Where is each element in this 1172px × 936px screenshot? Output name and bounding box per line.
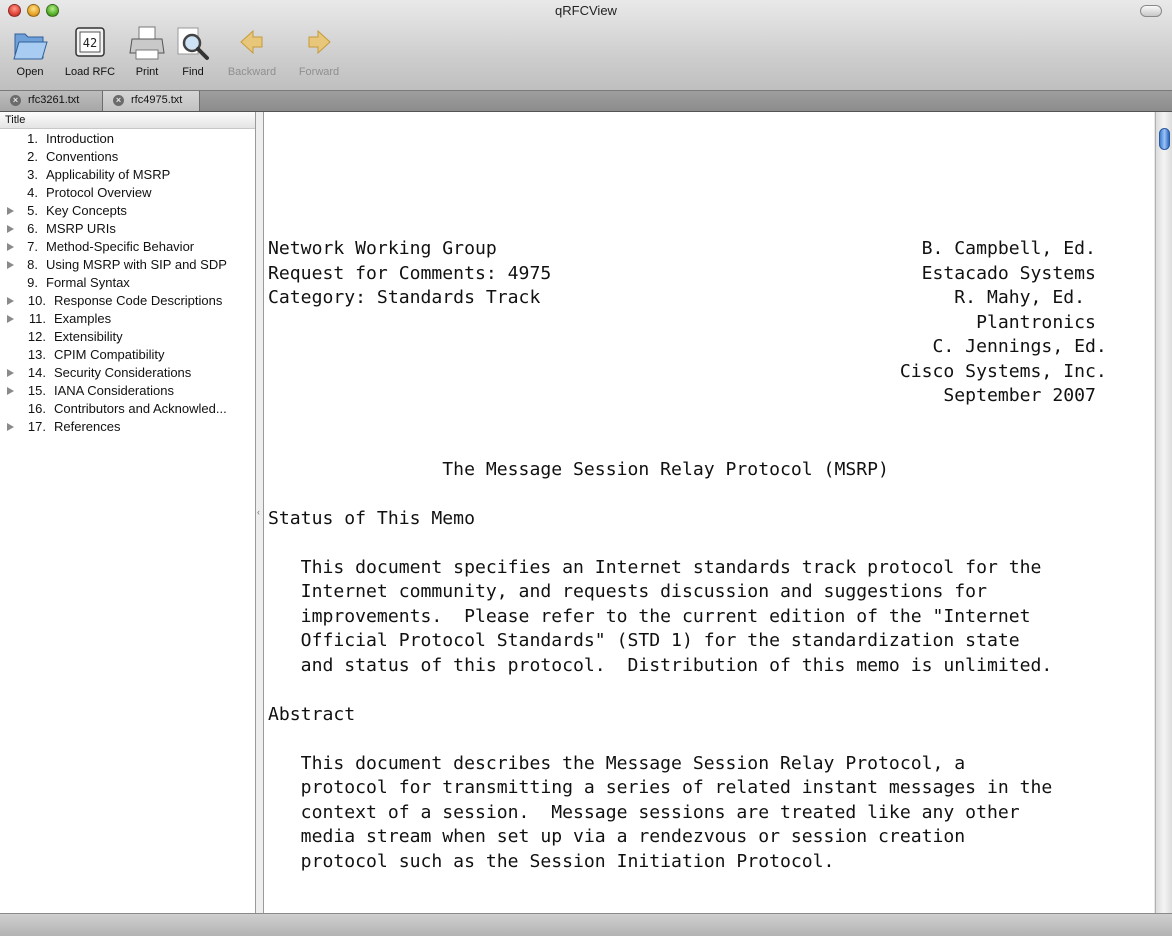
rfc-number-icon-text: 42 bbox=[83, 36, 97, 50]
toc-item-label: Formal Syntax bbox=[46, 275, 130, 290]
pane-splitter[interactable]: ‹ bbox=[256, 112, 264, 913]
toc-item-number: 6. bbox=[27, 221, 38, 236]
toc-item[interactable]: 17. References bbox=[0, 418, 255, 436]
toc-item-label: Security Considerations bbox=[54, 365, 192, 380]
toc-item-number: 15. bbox=[27, 383, 46, 398]
backward-label: Backward bbox=[227, 66, 277, 78]
rfc-document-text: Network Working Group B. Campbell, Ed. R… bbox=[268, 238, 1107, 872]
toc-item-number: 2. bbox=[27, 149, 38, 164]
toc-sidebar: Title 1. Introduction 2. Conventions 3. App… bbox=[0, 112, 256, 913]
tab-rfc3261[interactable]: × rfc3261.txt bbox=[0, 91, 103, 111]
rfc-number-icon: 42 bbox=[75, 27, 105, 57]
toc-item-number: 1. bbox=[27, 131, 38, 146]
load-rfc-label: Load RFC bbox=[64, 66, 116, 78]
toc-item[interactable]: 8. Using MSRP with SIP and SDP bbox=[0, 256, 255, 274]
vertical-scrollbar[interactable] bbox=[1155, 112, 1172, 913]
toc-item-label: IANA Considerations bbox=[54, 383, 174, 398]
open-label: Open bbox=[16, 66, 44, 78]
toc-item-number: 14. bbox=[27, 365, 46, 380]
find-label: Find bbox=[182, 66, 204, 78]
load-rfc-button[interactable]: 42 Load RFC bbox=[61, 24, 119, 78]
toc-list: 1. Introduction 2. Conventions 3. Applicabi… bbox=[0, 129, 255, 436]
folder-open-icon bbox=[13, 33, 48, 60]
open-button[interactable]: Open bbox=[1, 24, 59, 78]
toc-item-label: Method-Specific Behavior bbox=[46, 239, 195, 254]
toc-item-number: 4. bbox=[27, 185, 38, 200]
forward-button[interactable]: Forward bbox=[290, 24, 348, 78]
document-view[interactable]: Network Working Group B. Campbell, Ed. R… bbox=[264, 112, 1154, 913]
tab-bar: × rfc3261.txt × rfc4975.txt bbox=[0, 91, 1172, 112]
toc-item-number: 10. bbox=[27, 293, 46, 308]
toc-item[interactable]: 1. Introduction bbox=[0, 130, 255, 148]
close-tab-icon[interactable]: × bbox=[10, 95, 21, 106]
title-toolbar-area: qRFCView Open 42 Load RFC Print Find Bac… bbox=[0, 0, 1172, 91]
tab-rfc4975[interactable]: × rfc4975.txt bbox=[103, 91, 200, 111]
toc-item-number: 7. bbox=[27, 239, 38, 254]
status-bar bbox=[0, 913, 1172, 936]
toc-item-label: Extensibility bbox=[54, 329, 123, 344]
toc-item-number: 5. bbox=[27, 203, 38, 218]
toc-item[interactable]: 10. Response Code Descriptions bbox=[0, 292, 255, 310]
toc-item[interactable]: 12. Extensibility bbox=[0, 328, 255, 346]
scrollbar-thumb[interactable] bbox=[1159, 128, 1170, 150]
toc-item-number: 3. bbox=[27, 167, 38, 182]
toc-item[interactable]: 11. Examples bbox=[0, 310, 255, 328]
toc-item[interactable]: 16. Contributors and Acknowled... bbox=[0, 400, 255, 418]
toc-item-label: Using MSRP with SIP and SDP bbox=[46, 257, 227, 272]
toc-item-label: CPIM Compatibility bbox=[54, 347, 165, 362]
toc-item[interactable]: 5. Key Concepts bbox=[0, 202, 255, 220]
toc-item[interactable]: 2. Conventions bbox=[0, 148, 255, 166]
toc-item-label: Conventions bbox=[46, 149, 119, 164]
tab-label: rfc4975.txt bbox=[131, 94, 183, 106]
toc-item-label: Protocol Overview bbox=[46, 185, 152, 200]
toc-item[interactable]: 4. Protocol Overview bbox=[0, 184, 255, 202]
toc-item-label: Key Concepts bbox=[46, 203, 127, 218]
window-title: qRFCView bbox=[555, 3, 617, 18]
toc-item-number: 16. bbox=[27, 401, 46, 416]
toc-item-label: References bbox=[54, 419, 121, 434]
app-window: qRFCView Open 42 Load RFC Print Find Bac… bbox=[0, 0, 1172, 936]
forward-label: Forward bbox=[298, 66, 340, 78]
arrow-left-icon bbox=[240, 29, 263, 55]
toc-item[interactable]: 7. Method-Specific Behavior bbox=[0, 238, 255, 256]
toc-item-number: 9. bbox=[27, 275, 38, 290]
toc-item-label: Examples bbox=[54, 311, 112, 326]
tab-label: rfc3261.txt bbox=[28, 94, 80, 106]
find-button[interactable]: Find bbox=[164, 24, 222, 78]
close-tab-icon[interactable]: × bbox=[113, 95, 124, 106]
toc-column-header[interactable]: Title bbox=[0, 112, 255, 129]
toc-item-label: Introduction bbox=[46, 131, 114, 146]
toc-item[interactable]: 6. MSRP URIs bbox=[0, 220, 255, 238]
splitter-grip-icon[interactable]: ‹ bbox=[257, 507, 260, 517]
toc-item-label: Contributors and Acknowled... bbox=[54, 401, 227, 416]
printer-icon bbox=[129, 26, 165, 60]
toc-item-label: Response Code Descriptions bbox=[54, 293, 223, 308]
toc-item-number: 12. bbox=[27, 329, 46, 344]
toc-item[interactable]: 9. Formal Syntax bbox=[0, 274, 255, 292]
backward-button[interactable]: Backward bbox=[223, 24, 281, 78]
toc-item-number: 13. bbox=[27, 347, 46, 362]
magnifier-icon bbox=[177, 27, 209, 60]
toc-item[interactable]: 3. Applicability of MSRP bbox=[0, 166, 255, 184]
toolbar-toggle-button[interactable] bbox=[1140, 5, 1162, 17]
toc-item-number: 8. bbox=[27, 257, 38, 272]
toc-item-number: 11. bbox=[28, 311, 46, 326]
toc-item-label: MSRP URIs bbox=[46, 221, 116, 236]
toc-item[interactable]: 13. CPIM Compatibility bbox=[0, 346, 255, 364]
toc-item[interactable]: 14. Security Considerations bbox=[0, 364, 255, 382]
toc-item-label: Applicability of MSRP bbox=[46, 167, 171, 182]
toc-item[interactable]: 15. IANA Considerations bbox=[0, 382, 255, 400]
toc-item-number: 17. bbox=[27, 419, 46, 434]
arrow-right-icon bbox=[308, 29, 331, 55]
